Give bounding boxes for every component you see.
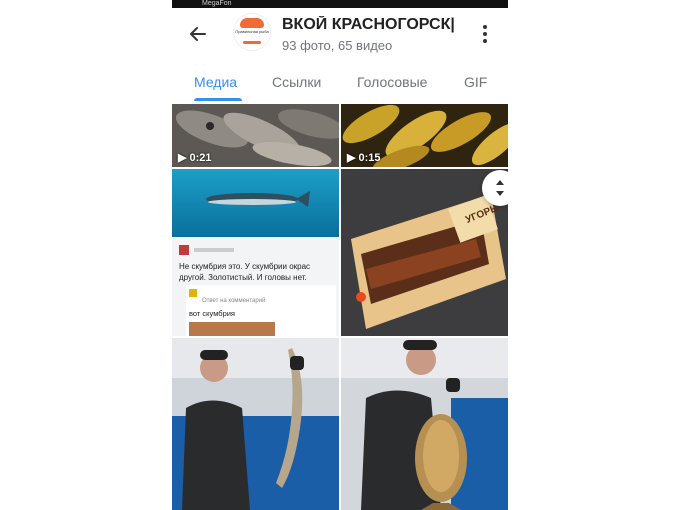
media-item-photo-3[interactable]: Не скумбрия это. У скумбрии окрас другой…: [172, 169, 339, 336]
up-down-arrows-icon: [496, 180, 504, 196]
media-tabs: Медиа Ссылки Голосовые GIF: [172, 66, 508, 102]
tab-voice[interactable]: Голосовые: [357, 74, 427, 90]
media-item-photo-5[interactable]: [172, 338, 339, 510]
fish-logo-icon: [240, 18, 264, 28]
media-grid: ▶ 0:21 ▶ 0:15 Не скумбрия это. У скумбри…: [172, 104, 508, 510]
channel-avatar[interactable]: Правильная рыба: [234, 14, 270, 50]
reply-box: Ответ на комментарий вот скумбрия: [186, 285, 336, 336]
reply-text: вот скумбрия: [189, 309, 235, 318]
comment-screenshot: Не скумбрия это. У скумбрии окрас другой…: [172, 237, 339, 336]
avatar-logo-text: Правильная рыба: [235, 29, 269, 34]
avatar-logo-bar: [243, 41, 261, 44]
media-item-video-1[interactable]: ▶ 0:21: [172, 104, 339, 167]
reply-thumbnail: [189, 322, 275, 336]
media-item-video-2[interactable]: ▶ 0:15: [341, 104, 508, 167]
video-duration: ▶ 0:15: [347, 152, 381, 164]
carrier-label: MegaFon: [202, 0, 232, 7]
active-tab-indicator: [194, 98, 242, 101]
man-carp-image: [341, 338, 508, 510]
tab-media[interactable]: Медиа: [194, 74, 237, 90]
man-sturgeon-image: [172, 338, 339, 510]
reply-meta: Ответ на комментарий: [202, 298, 266, 304]
channel-title: ВКОЙ КРАСНОГОРСК|: [282, 16, 455, 33]
back-arrow-icon[interactable]: [186, 22, 210, 46]
video-duration: ▶ 0:21: [178, 152, 212, 164]
telegram-phone-screen: MegaFon Правильная рыба ВКОЙ КРАСНОГОРСК…: [172, 0, 508, 510]
reply-avatar: [189, 289, 197, 297]
media-item-photo-6[interactable]: [341, 338, 508, 510]
fast-scroll-handle[interactable]: [482, 170, 508, 206]
media-count: 93 фото, 65 видео: [282, 38, 393, 53]
blurred-name: [194, 248, 234, 252]
tab-links[interactable]: Ссылки: [272, 74, 321, 90]
tab-gif[interactable]: GIF: [464, 74, 487, 90]
commenter-avatar: [179, 245, 189, 255]
chat-media-header: Правильная рыба ВКОЙ КРАСНОГОРСК| 93 фот…: [172, 8, 508, 66]
comment-text: Не скумбрия это. У скумбрии окрас другой…: [179, 262, 311, 282]
status-bar: MegaFon: [172, 0, 508, 8]
mackerel-image: [172, 169, 339, 237]
more-options-icon[interactable]: [478, 22, 492, 46]
